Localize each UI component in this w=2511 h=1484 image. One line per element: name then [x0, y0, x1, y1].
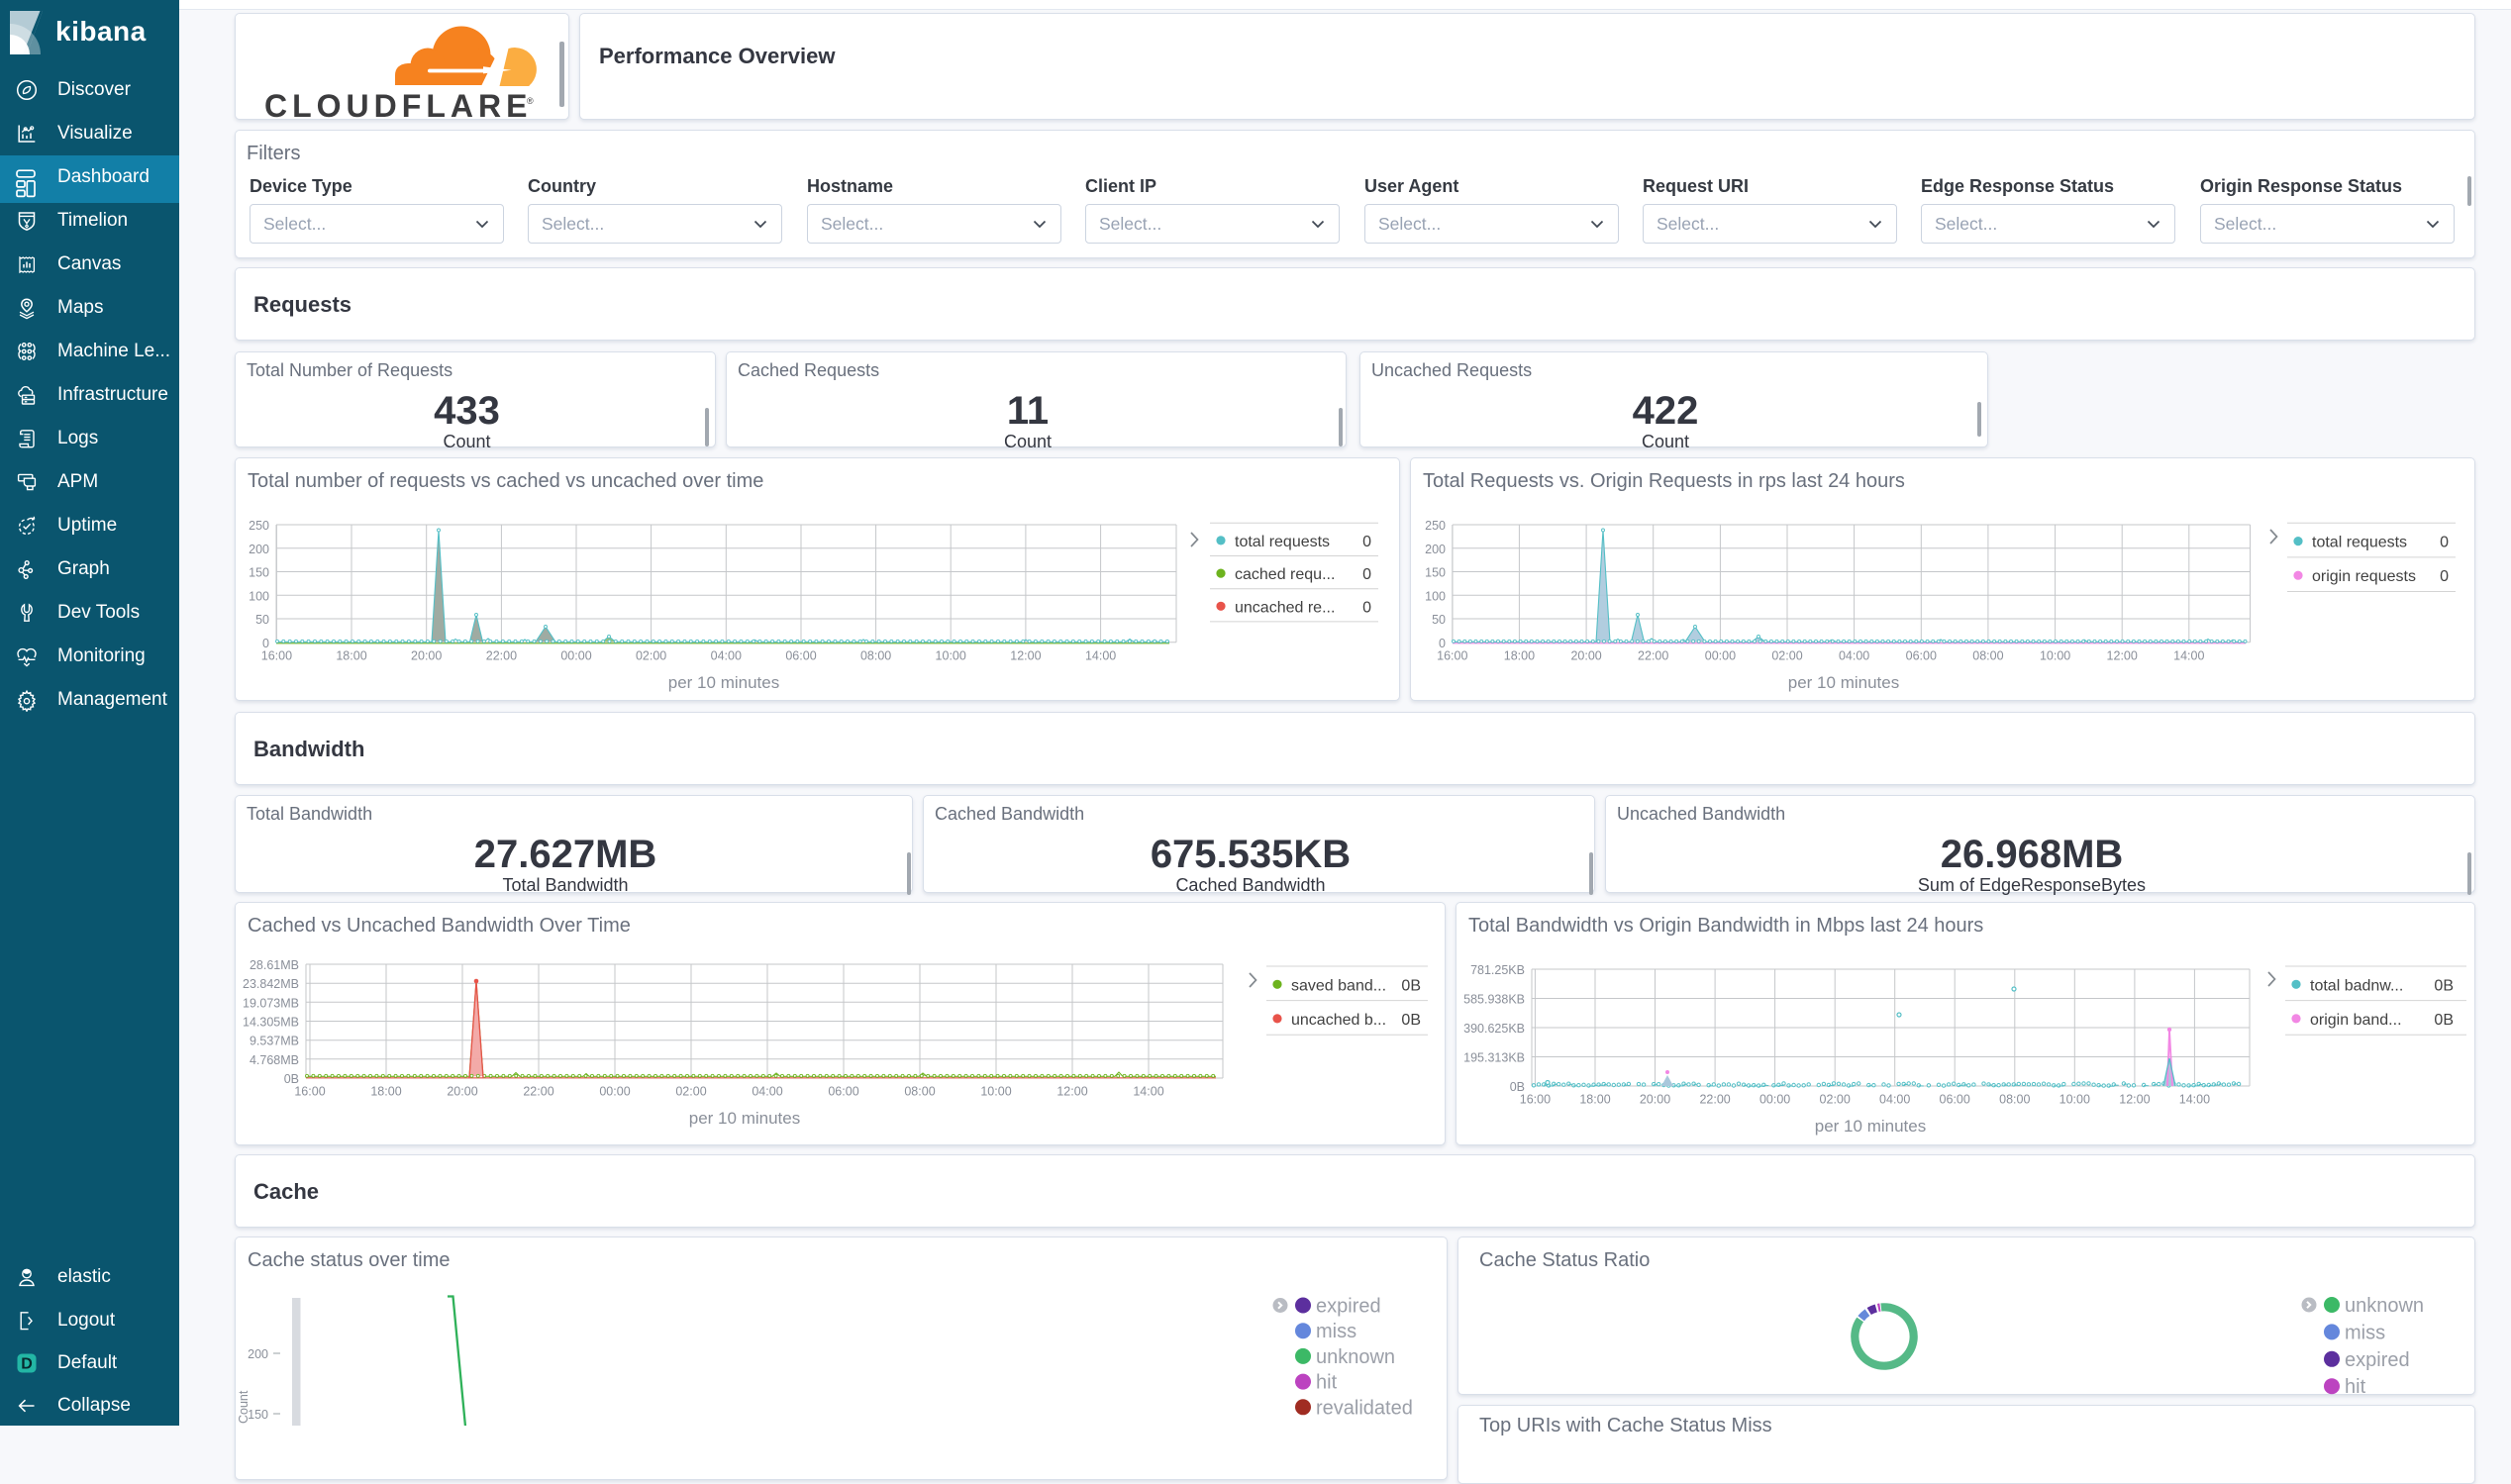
svg-text:origin requests: origin requests — [2312, 568, 2416, 585]
svg-text:Total number of requests vs ca: Total number of requests vs cached vs un… — [248, 470, 763, 492]
svg-text:unknown: unknown — [1316, 1346, 1395, 1368]
svg-text:08:00: 08:00 — [1972, 648, 2003, 662]
svg-text:200: 200 — [249, 543, 269, 556]
svg-text:22:00: 22:00 — [1638, 648, 1668, 662]
svg-text:22:00: 22:00 — [486, 648, 517, 662]
svg-text:18:00: 18:00 — [1504, 648, 1535, 662]
svg-text:08:00: 08:00 — [860, 648, 891, 662]
svg-text:14:00: 14:00 — [2173, 648, 2204, 662]
svg-text:14:00: 14:00 — [1085, 648, 1116, 662]
svg-text:total badnw...: total badnw... — [2310, 977, 2403, 994]
svg-text:00:00: 00:00 — [1759, 1093, 1790, 1107]
svg-text:miss: miss — [1316, 1321, 1356, 1342]
svg-text:®: ® — [527, 96, 534, 106]
svg-text:150: 150 — [248, 1408, 268, 1422]
svg-text:250: 250 — [1425, 519, 1446, 533]
svg-text:00:00: 00:00 — [1705, 648, 1736, 662]
svg-text:D: D — [21, 1356, 33, 1373]
svg-text:uncached re...: uncached re... — [1235, 599, 1335, 616]
svg-text:04:00: 04:00 — [1839, 648, 1869, 662]
svg-text:hit: hit — [1316, 1372, 1338, 1394]
svg-text:14:00: 14:00 — [2179, 1093, 2210, 1107]
svg-text:Total Bandwidth vs Origin Band: Total Bandwidth vs Origin Bandwidth in M… — [1468, 915, 1983, 937]
svg-text:Cache Status Ratio: Cache Status Ratio — [1479, 1249, 1650, 1271]
svg-text:20:00: 20:00 — [1640, 1093, 1670, 1107]
svg-text:195.313KB: 195.313KB — [1463, 1051, 1525, 1065]
svg-text:150: 150 — [249, 566, 269, 580]
svg-text:16:00: 16:00 — [261, 648, 292, 662]
svg-text:12:00: 12:00 — [2107, 648, 2138, 662]
svg-text:150: 150 — [1425, 566, 1446, 580]
svg-text:20:00: 20:00 — [411, 648, 442, 662]
svg-text:200: 200 — [248, 1347, 268, 1361]
svg-text:02:00: 02:00 — [1820, 1093, 1851, 1107]
svg-text:per 10 minutes: per 10 minutes — [1788, 673, 1899, 692]
svg-text:04:00: 04:00 — [711, 648, 742, 662]
svg-text:miss: miss — [2345, 1322, 2385, 1343]
svg-text:expired: expired — [1316, 1296, 1381, 1318]
svg-text:0B: 0B — [2434, 1012, 2454, 1029]
svg-text:781.25KB: 781.25KB — [1470, 963, 1525, 977]
svg-text:total requests: total requests — [2312, 535, 2407, 551]
svg-text:0: 0 — [1362, 534, 1371, 550]
svg-text:100: 100 — [1425, 589, 1446, 603]
svg-text:revalidated: revalidated — [1316, 1397, 1413, 1419]
svg-text:total requests: total requests — [1235, 534, 1330, 550]
svg-text:06:00: 06:00 — [1906, 648, 1937, 662]
svg-text:18:00: 18:00 — [1579, 1093, 1610, 1107]
svg-text:06:00: 06:00 — [1940, 1093, 1970, 1107]
svg-text:0: 0 — [1362, 599, 1371, 616]
svg-text:08:00: 08:00 — [1999, 1093, 2030, 1107]
svg-text:100: 100 — [249, 589, 269, 603]
svg-text:per 10 minutes: per 10 minutes — [1815, 1117, 1926, 1136]
svg-text:18:00: 18:00 — [336, 648, 366, 662]
svg-text:200: 200 — [1425, 543, 1446, 556]
svg-text:12:00: 12:00 — [1010, 648, 1041, 662]
svg-text:origin band...: origin band... — [2310, 1012, 2402, 1029]
svg-text:0: 0 — [1362, 566, 1371, 583]
svg-text:10:00: 10:00 — [2059, 1093, 2090, 1107]
svg-text:06:00: 06:00 — [785, 648, 816, 662]
svg-text:12:00: 12:00 — [2119, 1093, 2150, 1107]
svg-text:0B: 0B — [2434, 977, 2454, 994]
svg-text:10:00: 10:00 — [936, 648, 966, 662]
svg-text:CLOUDFLARE: CLOUDFLARE — [264, 88, 532, 120]
svg-text:02:00: 02:00 — [1771, 648, 1802, 662]
svg-text:16:00: 16:00 — [1520, 1093, 1551, 1107]
svg-text:00:00: 00:00 — [560, 648, 591, 662]
svg-text:02:00: 02:00 — [636, 648, 666, 662]
svg-text:hit: hit — [2345, 1376, 2366, 1395]
svg-text:10:00: 10:00 — [2040, 648, 2070, 662]
svg-text:390.625KB: 390.625KB — [1463, 1022, 1525, 1036]
svg-text:per 10 minutes: per 10 minutes — [668, 673, 779, 692]
svg-text:585.938KB: 585.938KB — [1463, 993, 1525, 1007]
svg-text:250: 250 — [249, 519, 269, 533]
svg-text:0: 0 — [2440, 568, 2449, 585]
svg-text:unknown: unknown — [2345, 1295, 2424, 1317]
svg-text:0: 0 — [2440, 535, 2449, 551]
svg-text:Cache status over time: Cache status over time — [248, 1249, 451, 1271]
svg-text:expired: expired — [2345, 1349, 2410, 1371]
svg-text:50: 50 — [255, 613, 269, 627]
svg-text:20:00: 20:00 — [1570, 648, 1601, 662]
svg-text:16:00: 16:00 — [1437, 648, 1467, 662]
svg-text:04:00: 04:00 — [1879, 1093, 1910, 1107]
svg-text:Total Requests vs. Origin Requ: Total Requests vs. Origin Requests in rp… — [1423, 470, 1905, 492]
svg-text:22:00: 22:00 — [1699, 1093, 1730, 1107]
svg-text:50: 50 — [1432, 613, 1446, 627]
svg-text:cached requ...: cached requ... — [1235, 566, 1335, 583]
